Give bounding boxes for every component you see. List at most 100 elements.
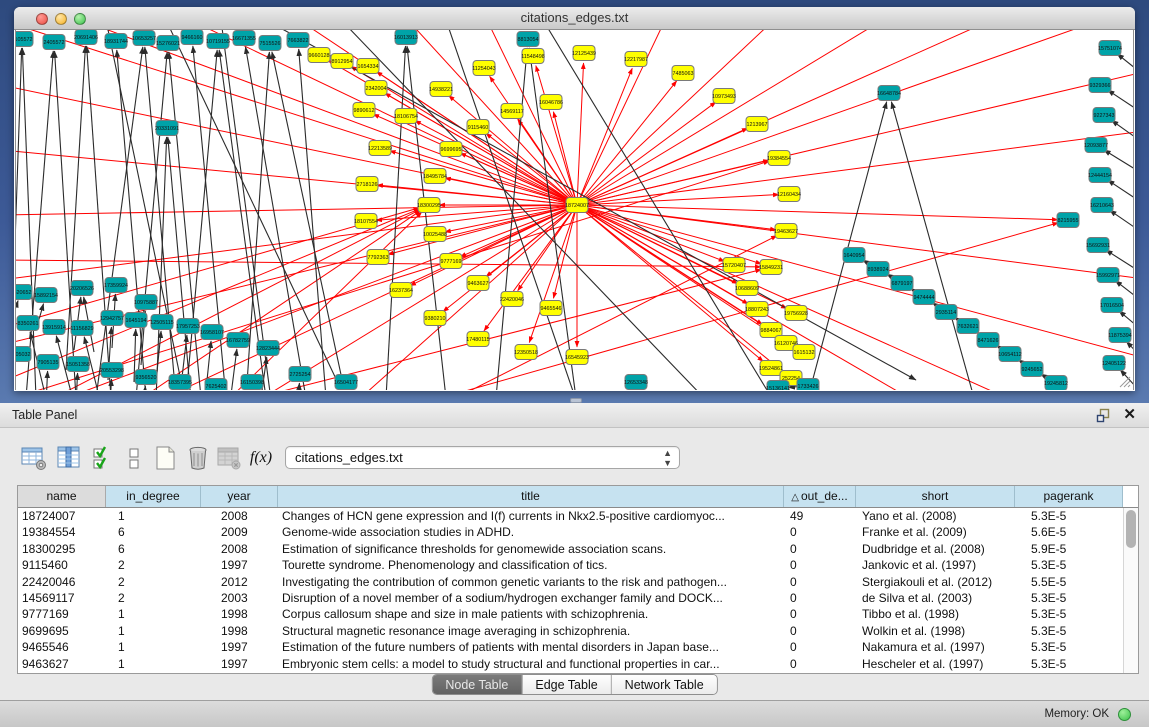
graph-node[interactable]: 15276021 <box>156 36 180 51</box>
graph-node[interactable]: 12217987 <box>624 52 648 67</box>
graph-node[interactable]: 18807243 <box>745 302 769 317</box>
graph-node[interactable]: 16671355 <box>232 31 256 46</box>
graph-node[interactable]: 15892154 <box>34 288 58 303</box>
graph-node[interactable]: 10654112 <box>998 347 1022 362</box>
graph-node[interactable]: 8813054 <box>517 32 539 47</box>
graph-node[interactable]: 18495784 <box>423 169 447 184</box>
graph-node[interactable]: 12213589 <box>368 141 392 156</box>
graph-node[interactable]: 10025488 <box>423 227 447 242</box>
window-titlebar[interactable]: citations_edges.txt <box>14 7 1135 30</box>
graph-node[interactable]: 15051358 <box>66 357 90 372</box>
graph-node[interactable]: 7792363 <box>367 250 389 265</box>
graph-node[interactable]: 11156829 <box>70 321 93 336</box>
graph-node[interactable]: 17359924 <box>104 278 128 293</box>
graph-node[interactable]: 8215955 <box>1057 213 1079 228</box>
create-column-icon[interactable] <box>151 443 179 473</box>
graph-node[interactable]: 9329366 <box>1089 78 1111 93</box>
graph-node[interactable]: 16648784 <box>877 86 901 101</box>
graph-node[interactable]: 10688609 <box>735 281 759 296</box>
graph-node[interactable]: 8350261 <box>17 316 39 331</box>
graph-node[interactable]: 6879197 <box>891 276 913 291</box>
graph-node[interactable]: 2405572 <box>43 35 65 50</box>
table-row[interactable]: 1872400712008Changes of HCN gene express… <box>18 508 1138 524</box>
graph-node[interactable]: 16210643 <box>1090 198 1114 213</box>
graph-node[interactable]: 18931744 <box>104 34 128 49</box>
graph-node[interactable]: 2718126 <box>356 177 378 192</box>
graph-node[interactable]: 9699695 <box>440 142 462 157</box>
graph-node[interactable]: 8471626 <box>977 333 999 348</box>
graph-node[interactable]: 20553298 <box>100 363 124 378</box>
graph-node[interactable]: 12505115 <box>150 315 174 330</box>
graph-node[interactable]: 14569117 <box>500 104 524 119</box>
column-header-short[interactable]: short <box>856 486 1015 507</box>
graph-node[interactable]: 15720407 <box>722 258 746 273</box>
graph-node[interactable]: 19463627 <box>774 224 798 239</box>
graph-node[interactable]: 1733426 <box>797 379 819 391</box>
table-row[interactable]: 1456911722003Disruption of a novel membe… <box>18 590 1138 606</box>
graph-node[interactable]: 1645194 <box>125 313 147 328</box>
graph-node[interactable]: 7905135 <box>37 355 59 370</box>
column-header-out_de[interactable]: △out_de... <box>784 486 856 507</box>
citation-network-graph[interactable]: 2105572240557220691406189317441065325715… <box>16 30 1134 390</box>
graph-node[interactable]: 12093877 <box>1084 138 1108 153</box>
graph-node[interactable]: 7485063 <box>672 66 694 81</box>
graph-node[interactable]: 15849231 <box>759 260 783 275</box>
graph-node[interactable]: 9115460 <box>467 120 489 135</box>
graph-node[interactable]: 11254043 <box>472 61 496 76</box>
graph-node[interactable]: 1213967 <box>746 117 768 132</box>
graph-node[interactable]: 12653348 <box>624 375 648 390</box>
graph-node[interactable]: 9660128 <box>308 48 330 63</box>
graph-node[interactable]: 9245652 <box>1021 362 1043 377</box>
graph-node[interactable]: 12444154 <box>1088 168 1112 183</box>
resize-grip-icon[interactable] <box>1117 374 1131 388</box>
graph-node[interactable]: 9777169 <box>440 254 462 269</box>
column-header-year[interactable]: year <box>201 486 278 507</box>
graph-node[interactable]: 12942757 <box>100 311 124 326</box>
table-row[interactable]: 969969511998Structural magnetic resonanc… <box>18 623 1138 639</box>
graph-node[interactable]: 16150398 <box>240 375 264 390</box>
column-header-title[interactable]: title <box>278 486 784 507</box>
graph-node[interactable]: 13915914 <box>42 320 66 335</box>
graph-node[interactable]: 16782759 <box>226 333 250 348</box>
graph-node[interactable]: 17016504 <box>1100 298 1124 313</box>
graph-node[interactable]: 14938221 <box>429 82 453 97</box>
graph-node[interactable]: 9463627 <box>467 276 489 291</box>
graph-node[interactable]: 11548498 <box>521 49 545 64</box>
tab-network-table[interactable]: Network Table <box>612 675 717 694</box>
graph-node[interactable]: 8938924 <box>867 262 889 277</box>
graph-node[interactable]: 2105572 <box>16 32 33 47</box>
graph-node[interactable]: 7663822 <box>287 33 309 48</box>
graph-node[interactable]: 9474444 <box>913 290 935 305</box>
close-panel-icon[interactable]: ✕ <box>1123 406 1136 424</box>
graph-node[interactable]: 19524861 <box>759 361 783 376</box>
scrollbar-thumb[interactable] <box>1126 510 1136 548</box>
graph-node[interactable]: 15136141 <box>766 381 790 391</box>
graph-node[interactable]: 16958107 <box>200 325 224 340</box>
graph-node[interactable]: 15751074 <box>1098 41 1122 56</box>
float-panel-icon[interactable] <box>1096 408 1111 423</box>
graph-node[interactable]: 9105032 <box>16 347 31 362</box>
column-header-in_degree[interactable]: in_degree <box>106 486 201 507</box>
graph-node[interactable]: 2342004 <box>365 81 387 96</box>
graph-node[interactable]: 12405122 <box>1102 356 1126 371</box>
graph-node[interactable]: 9356520 <box>135 370 157 385</box>
graph-node[interactable]: 1615132 <box>793 345 815 360</box>
memory-indicator[interactable] <box>1118 708 1131 721</box>
graph-node[interactable]: 8912954 <box>331 54 353 69</box>
graph-node[interactable]: 1654334 <box>357 59 379 74</box>
graph-node[interactable]: 19384554 <box>767 151 791 166</box>
table-row[interactable]: 1830029562008Estimation of significance … <box>18 541 1138 557</box>
graph-node[interactable]: 10719155 <box>206 34 230 49</box>
graph-node[interactable]: 18106754 <box>394 109 418 124</box>
graph-node[interactable]: 15992971 <box>1096 268 1120 283</box>
graph-node[interactable]: 22420046 <box>500 292 524 307</box>
graph-node[interactable]: 20206526 <box>70 281 94 296</box>
graph-node[interactable]: 17957253 <box>176 319 200 334</box>
graph-node[interactable]: 1640954 <box>843 248 865 263</box>
graph-node[interactable]: 9465546 <box>540 301 562 316</box>
graph-node[interactable]: 2725254 <box>289 367 311 382</box>
graph-node[interactable]: 7515526 <box>259 36 281 51</box>
graph-node[interactable]: 16013913 <box>394 30 418 45</box>
tab-node-table[interactable]: Node Table <box>432 675 522 694</box>
show-columns-icon[interactable] <box>55 443 83 473</box>
